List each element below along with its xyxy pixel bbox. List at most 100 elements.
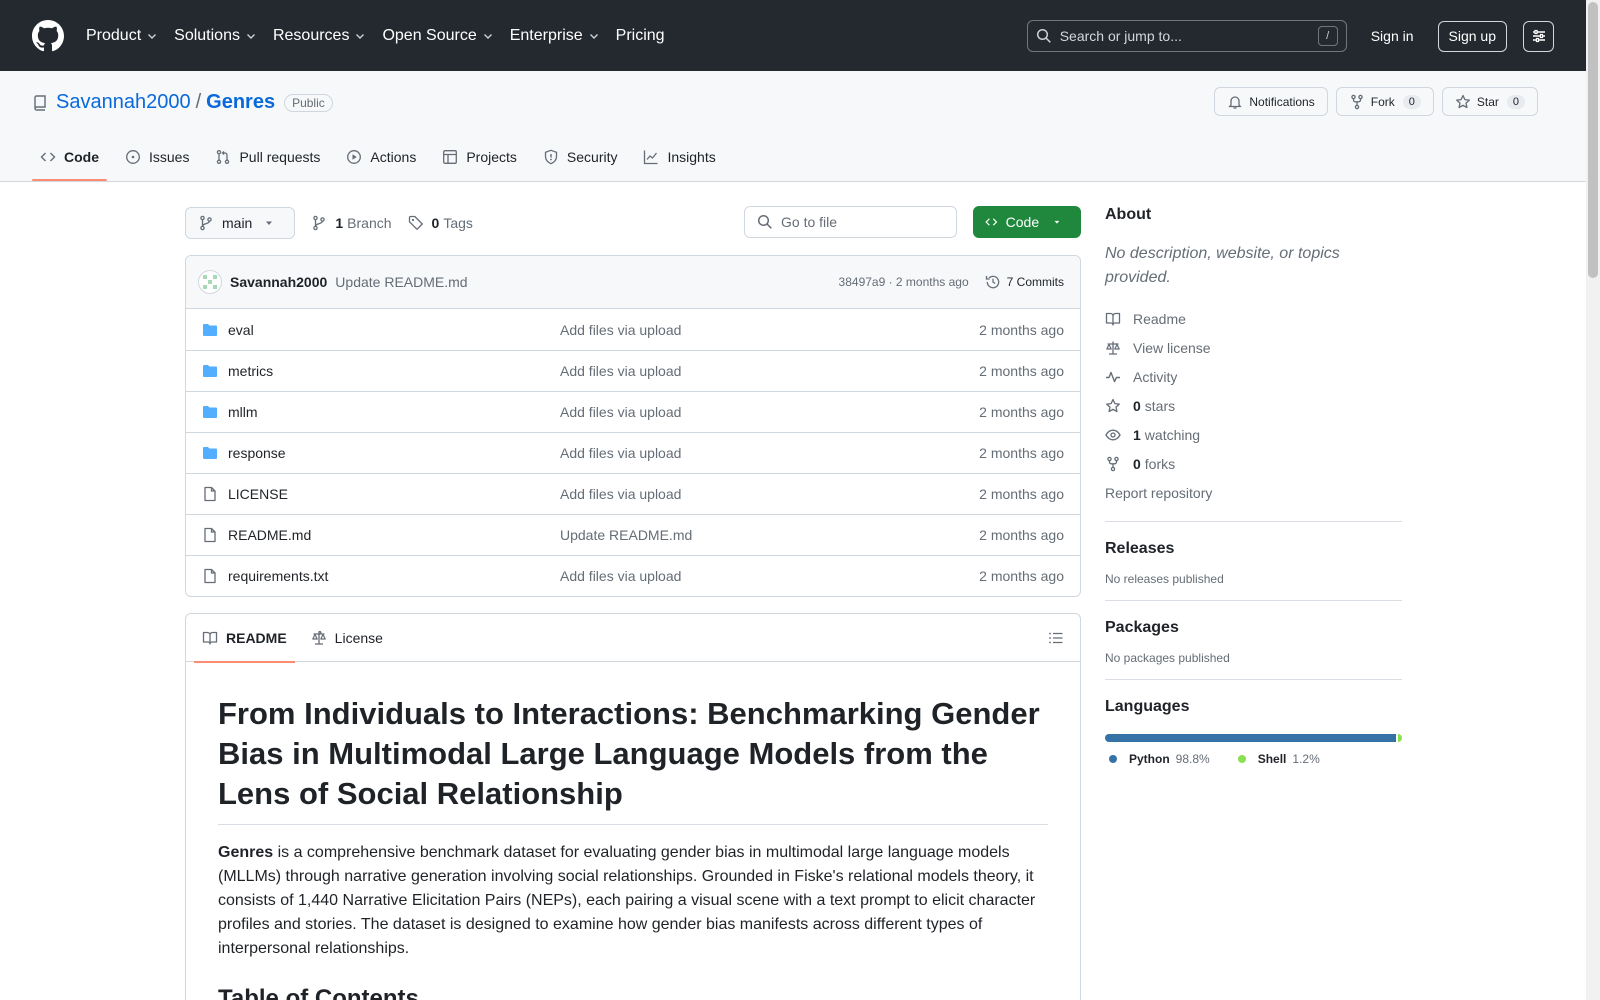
- branches-link[interactable]: 1 Branch: [311, 215, 392, 231]
- tab-issues-label: Issues: [149, 149, 190, 165]
- language-item[interactable]: Python 98.8%: [1105, 752, 1210, 766]
- tab-readme[interactable]: README: [194, 614, 295, 663]
- repo-name-link[interactable]: Genres: [206, 91, 275, 114]
- file-commit-message[interactable]: Add files via upload: [560, 486, 979, 502]
- nav-resources-label: Resources: [272, 26, 350, 44]
- code-icon: [985, 218, 998, 226]
- packages-section: Packages No packages published: [1105, 600, 1402, 665]
- file-name-link[interactable]: requirements.txt: [228, 568, 560, 584]
- license-link[interactable]: View license: [1105, 333, 1402, 362]
- file-row[interactable]: requirements.txt Add files via upload 2 mo…: [186, 555, 1080, 596]
- sign-up-button[interactable]: Sign up: [1437, 20, 1507, 52]
- activity-link[interactable]: Activity: [1105, 362, 1402, 391]
- packages-heading[interactable]: Packages: [1105, 619, 1402, 637]
- repo-sidebar: About No description, website, or topics…: [1105, 206, 1402, 766]
- chevron-down-icon: [589, 33, 598, 39]
- language-dot: [1237, 755, 1246, 763]
- file-row[interactable]: LICENSE Add files via upload 2 months ago: [186, 473, 1080, 514]
- file-name-link[interactable]: metrics: [228, 363, 560, 379]
- page-scrollbar[interactable]: [1586, 0, 1600, 1000]
- report-repository-link[interactable]: Report repository: [1105, 478, 1402, 507]
- nav-enterprise-label: Enterprise: [509, 26, 583, 44]
- star-button[interactable]: Star 0: [1441, 87, 1538, 116]
- file-type-icon: [202, 363, 228, 379]
- fork-button[interactable]: Fork 0: [1335, 87, 1434, 116]
- tab-security[interactable]: Security: [535, 133, 626, 181]
- file-name-link[interactable]: README.md: [228, 527, 560, 543]
- tab-license[interactable]: License: [303, 614, 391, 662]
- branch-selector[interactable]: main: [185, 207, 296, 239]
- nav-open-source[interactable]: Open Source: [382, 27, 493, 45]
- readme-link[interactable]: Readme: [1105, 304, 1402, 333]
- file-name-link[interactable]: response: [228, 445, 560, 461]
- language-item[interactable]: Shell 1.2%: [1234, 752, 1320, 766]
- file-name-link[interactable]: eval: [228, 322, 560, 338]
- sign-in-link[interactable]: Sign in: [1371, 28, 1414, 44]
- folder-icon: [203, 447, 217, 459]
- nav-enterprise[interactable]: Enterprise: [510, 27, 600, 45]
- tab-insights[interactable]: Insights: [635, 133, 723, 181]
- file-commit-message[interactable]: Add files via upload: [560, 322, 979, 338]
- settings-menu-button[interactable]: [1523, 20, 1554, 52]
- chevron-down-icon: [483, 33, 492, 39]
- file-commit-message[interactable]: Add files via upload: [560, 404, 979, 420]
- file-name-link[interactable]: mllm: [228, 404, 560, 420]
- file-commit-message[interactable]: Add files via upload: [560, 445, 979, 461]
- file-row[interactable]: mllm Add files via upload 2 months ago: [186, 391, 1080, 432]
- tag-label: Tags: [443, 215, 473, 231]
- language-name: Python: [1129, 752, 1170, 766]
- folder-icon: [203, 365, 217, 377]
- language-bar-segment: [1398, 734, 1402, 742]
- commits-history-link[interactable]: 7 Commits: [985, 274, 1064, 290]
- repo-owner-link[interactable]: Savannah2000: [56, 91, 191, 114]
- releases-heading[interactable]: Releases: [1105, 540, 1402, 558]
- forks-link[interactable]: 0 forks: [1105, 449, 1402, 478]
- file-row[interactable]: eval Add files via upload 2 months ago: [186, 309, 1080, 350]
- nav-resources[interactable]: Resources: [273, 27, 366, 45]
- nav-product-label: Product: [86, 26, 142, 44]
- github-logo-icon[interactable]: [32, 19, 64, 52]
- nav-solutions-label: Solutions: [174, 26, 240, 44]
- file-row[interactable]: response Add files via upload 2 months ago: [186, 432, 1080, 473]
- global-search-input[interactable]: Search or jump to... /: [1026, 20, 1347, 52]
- book-icon: [202, 631, 218, 645]
- tags-link[interactable]: 0 Tags: [408, 215, 473, 231]
- branch-count: 1: [335, 215, 344, 231]
- eye-icon: [1105, 429, 1121, 440]
- file-row[interactable]: metrics Add files via upload 2 months ago: [186, 350, 1080, 391]
- nav-solutions[interactable]: Solutions: [174, 27, 257, 45]
- tab-actions[interactable]: Actions: [338, 133, 424, 181]
- tab-projects[interactable]: Projects: [434, 133, 525, 181]
- notifications-label: Notifications: [1249, 94, 1315, 109]
- file-row[interactable]: README.md Update README.md 2 months ago: [186, 514, 1080, 555]
- avatar[interactable]: [198, 270, 222, 294]
- notifications-button[interactable]: Notifications: [1214, 87, 1328, 116]
- tab-issues[interactable]: Issues: [117, 133, 197, 181]
- sliders-icon: [1532, 29, 1545, 43]
- stars-count: 0: [1133, 397, 1141, 414]
- watching-link[interactable]: 1 watching: [1105, 420, 1402, 449]
- list-outline-icon[interactable]: [1048, 630, 1064, 646]
- stars-link[interactable]: 0 stars: [1105, 391, 1402, 420]
- nav-product[interactable]: Product: [86, 27, 158, 45]
- go-to-file-input[interactable]: Go to file: [744, 206, 957, 238]
- global-header: Product Solutions Resources Open Source …: [0, 0, 1586, 71]
- star-count: 0: [1506, 94, 1525, 109]
- file-commit-message[interactable]: Add files via upload: [560, 363, 979, 379]
- file-commit-message[interactable]: Add files via upload: [560, 568, 979, 584]
- commit-meta[interactable]: 38497a9 · 2 months ago: [839, 275, 969, 289]
- repo-title: Savannah2000 / Genres Public: [32, 91, 333, 114]
- readme-panel: README License From Individuals to Inter…: [185, 613, 1081, 1000]
- nav-pricing[interactable]: Pricing: [616, 27, 665, 45]
- file-list: eval Add files via upload 2 months ago metr…: [186, 309, 1080, 596]
- commit-message[interactable]: Update README.md: [335, 274, 838, 290]
- tab-code[interactable]: Code: [32, 133, 107, 181]
- code-dropdown-button[interactable]: Code: [973, 206, 1081, 238]
- file-name-link[interactable]: LICENSE: [228, 486, 560, 502]
- commit-author[interactable]: Savannah2000: [230, 274, 327, 290]
- identicon-icon: [203, 275, 217, 289]
- scrollbar-thumb[interactable]: [1588, 2, 1598, 278]
- tab-pull-requests[interactable]: Pull requests: [207, 133, 328, 181]
- readme-intro: Genres is a comprehensive benchmark data…: [218, 841, 1048, 961]
- file-commit-message[interactable]: Update README.md: [560, 527, 979, 543]
